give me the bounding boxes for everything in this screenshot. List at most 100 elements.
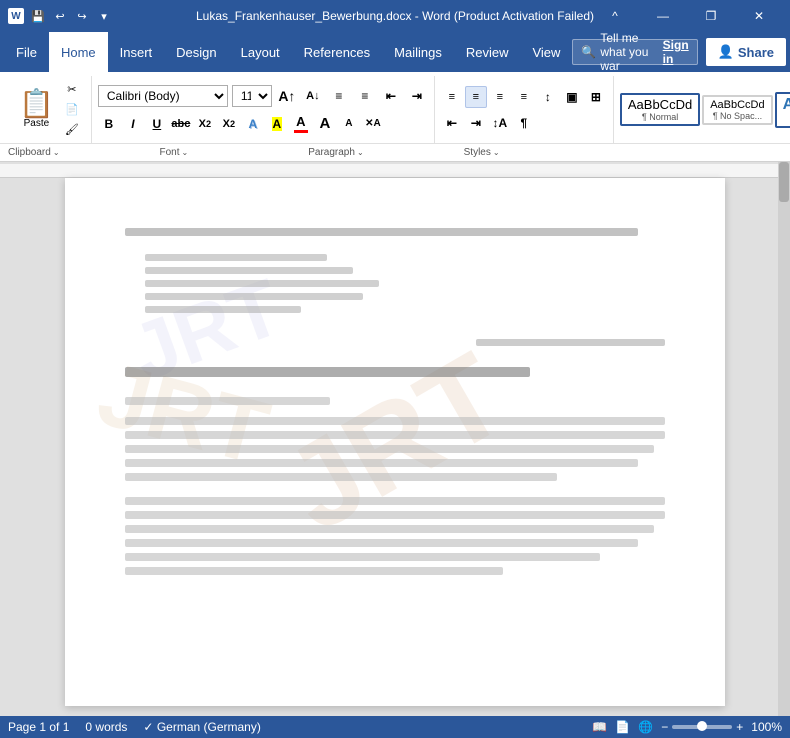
- paragraph-group-label: Paragraph: [308, 147, 355, 158]
- web-layout-icon[interactable]: 🌐: [638, 720, 653, 734]
- salutation-block: [125, 397, 665, 405]
- save-button[interactable]: 💾: [28, 6, 48, 26]
- tab-review[interactable]: Review: [454, 32, 521, 72]
- show-formatting-button[interactable]: ¶: [513, 112, 535, 134]
- line-spacing-button[interactable]: ↕: [537, 86, 559, 108]
- align-right-button[interactable]: ≡: [489, 86, 511, 108]
- justify-button[interactable]: ≡: [513, 86, 535, 108]
- scroll-thumb[interactable]: [779, 162, 789, 202]
- superscript-button[interactable]: X2: [218, 113, 240, 135]
- styles-list: AaBbCcDd ¶ Normal AaBbCcDd ¶ No Spac... …: [620, 92, 790, 128]
- align-left-button[interactable]: ≡: [441, 86, 463, 108]
- list-indent-button[interactable]: ⇤: [380, 85, 402, 107]
- salutation-line: [125, 397, 330, 405]
- style-heading1[interactable]: AaBbCc Heading 1: [775, 92, 790, 128]
- font-size-smallA[interactable]: A: [338, 113, 360, 135]
- style-nospace[interactable]: AaBbCcDd ¶ No Spac...: [702, 95, 772, 125]
- format-painter-button[interactable]: 🖌: [61, 121, 83, 139]
- zoom-out-button[interactable]: −: [661, 720, 668, 734]
- scroll-bar[interactable]: [778, 162, 790, 716]
- language-indicator: ✓ German (Germany): [143, 720, 260, 734]
- quick-access-toolbar: 💾 ↩ ↪ ▾: [28, 6, 114, 26]
- share-button[interactable]: 👤 Share: [706, 38, 786, 66]
- shading-button[interactable]: ▣: [561, 86, 583, 108]
- undo-button[interactable]: ↩: [50, 6, 70, 26]
- subject-line: [125, 367, 530, 377]
- document-scroll-area[interactable]: JRT JRT JRT: [0, 162, 790, 716]
- tab-file[interactable]: File: [4, 32, 49, 72]
- ribbon-collapse-button[interactable]: ^: [592, 0, 638, 32]
- tab-insert[interactable]: Insert: [108, 32, 165, 72]
- zoom-slider[interactable]: [672, 725, 732, 729]
- cut-button[interactable]: ✂: [61, 81, 83, 99]
- addr-line-5: [145, 306, 301, 313]
- paste-button[interactable]: 📋 Paste: [12, 87, 61, 132]
- minimize-button[interactable]: —: [640, 0, 686, 32]
- addr-line-3: [145, 280, 379, 287]
- list-outdent-button[interactable]: ⇥: [406, 85, 428, 107]
- styles-group-label: Styles: [464, 147, 491, 158]
- font-expand-button[interactable]: ⌄: [182, 148, 189, 157]
- share-icon: 👤: [718, 44, 734, 60]
- bullets-button[interactable]: ≡: [328, 85, 350, 107]
- search-bar[interactable]: 🔍 Tell me what you war Sign in: [572, 39, 697, 65]
- address-block: [145, 254, 665, 313]
- print-layout-icon[interactable]: 📄: [615, 720, 630, 734]
- customize-button[interactable]: ▾: [94, 6, 114, 26]
- sort-button[interactable]: ↕A: [489, 112, 511, 134]
- body-line-5: [125, 473, 557, 481]
- restore-button[interactable]: ❐: [688, 0, 734, 32]
- zoom-level: 100%: [751, 720, 782, 734]
- title-bar: W 💾 ↩ ↪ ▾ Lukas_Frankenhauser_Bewerbung.…: [0, 0, 790, 32]
- redo-button[interactable]: ↪: [72, 6, 92, 26]
- status-bar: Page 1 of 1 0 words ✓ German (Germany) 📖…: [0, 716, 790, 738]
- underline-button[interactable]: U: [146, 113, 168, 135]
- search-text: Tell me what you war: [600, 31, 654, 73]
- text-effect-button[interactable]: A: [242, 113, 264, 135]
- tab-view[interactable]: View: [520, 32, 572, 72]
- word-count: 0 words: [85, 720, 127, 734]
- numbering-button[interactable]: ≡: [354, 85, 376, 107]
- increase-indent-button[interactable]: ⇥: [465, 112, 487, 134]
- highlight-color-button[interactable]: A: [266, 113, 288, 135]
- strikethrough-button[interactable]: abc: [170, 113, 192, 135]
- menu-bar: File Home Insert Design Layout Reference…: [0, 32, 790, 72]
- styles-expand-button[interactable]: ⌄: [493, 148, 500, 157]
- app-window: W 💾 ↩ ↪ ▾ Lukas_Frankenhauser_Bewerbung.…: [0, 0, 790, 738]
- font-family-select[interactable]: Calibri (Body): [98, 85, 228, 107]
- italic-button[interactable]: I: [122, 113, 144, 135]
- tab-design[interactable]: Design: [164, 32, 228, 72]
- zoom-thumb[interactable]: [697, 721, 707, 731]
- style-normal[interactable]: AaBbCcDd ¶ Normal: [620, 93, 700, 126]
- paragraph-expand-button[interactable]: ⌄: [357, 148, 364, 157]
- paste-icon: 📋: [19, 90, 54, 118]
- signin-link[interactable]: Sign in: [663, 38, 689, 66]
- status-right: 📖 📄 🌐 − + 100%: [592, 720, 782, 734]
- tab-home[interactable]: Home: [49, 32, 108, 72]
- font-size-bigA[interactable]: A: [314, 113, 336, 135]
- date-block: [125, 333, 665, 351]
- subscript-button[interactable]: X2: [194, 113, 216, 135]
- tab-references[interactable]: References: [292, 32, 382, 72]
- tab-mailings[interactable]: Mailings: [382, 32, 454, 72]
- font-color-button[interactable]: A: [290, 113, 312, 135]
- bold-button[interactable]: B: [98, 113, 120, 135]
- header-line: [125, 228, 638, 236]
- document-page[interactable]: JRT JRT JRT: [65, 178, 725, 706]
- increase-font-size-button[interactable]: A↑: [276, 85, 298, 107]
- body2-line-4: [125, 539, 638, 547]
- decrease-font-size-button[interactable]: A↓: [302, 85, 324, 107]
- close-button[interactable]: ✕: [736, 0, 782, 32]
- body2-line-3: [125, 525, 654, 533]
- font-size-select[interactable]: 11: [232, 85, 272, 107]
- read-mode-icon[interactable]: 📖: [592, 720, 607, 734]
- copy-button[interactable]: 📄: [61, 101, 83, 119]
- search-icon: 🔍: [581, 45, 596, 59]
- zoom-in-button[interactable]: +: [736, 720, 743, 734]
- clear-formatting-button[interactable]: ✕A: [362, 113, 384, 135]
- borders-button[interactable]: ⊞: [585, 86, 607, 108]
- decrease-indent-button[interactable]: ⇤: [441, 112, 463, 134]
- clipboard-expand-button[interactable]: ⌄: [53, 148, 60, 157]
- tab-layout[interactable]: Layout: [229, 32, 292, 72]
- align-center-button[interactable]: ≡: [465, 86, 487, 108]
